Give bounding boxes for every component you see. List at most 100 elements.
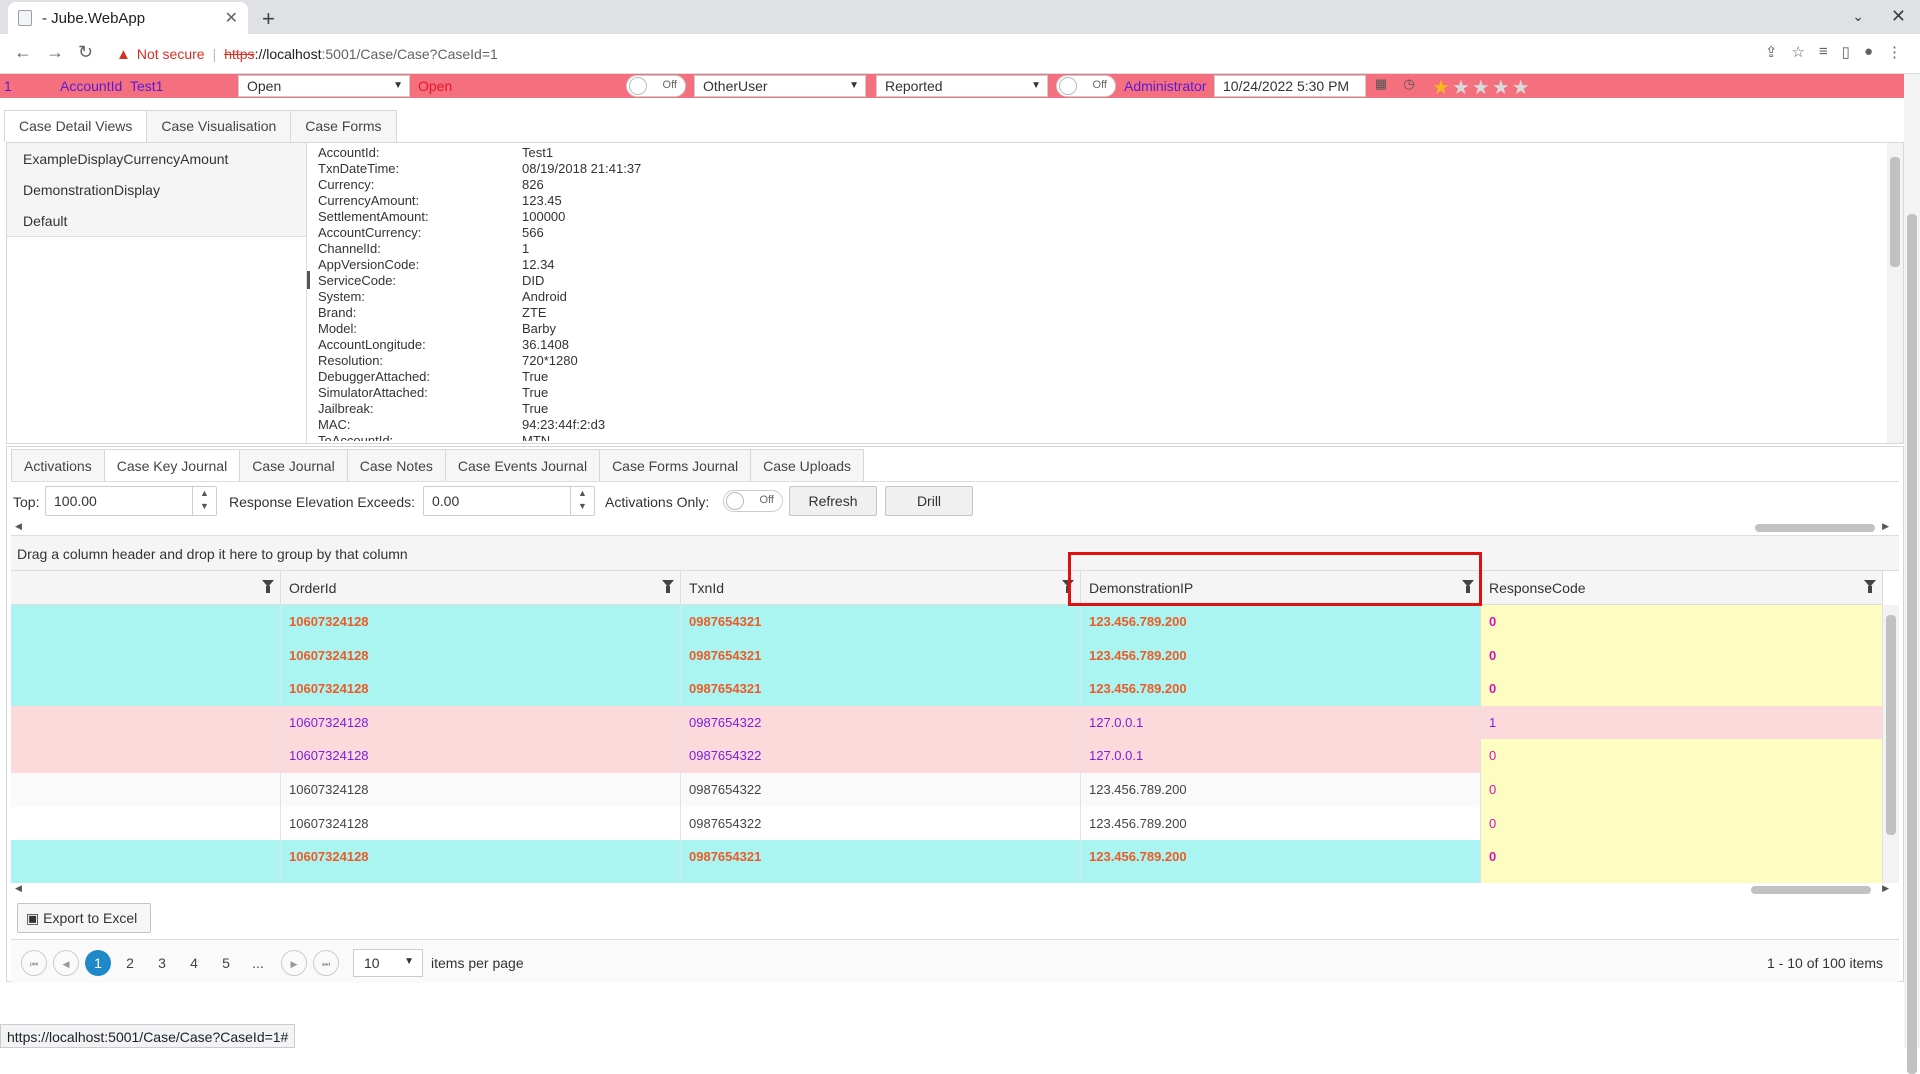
table-cell[interactable]: 0987654321 [681, 638, 1081, 673]
table-row[interactable]: 10607324128 0987654322 127.0.0.1 1 [11, 705, 1883, 740]
table-cell[interactable] [11, 672, 281, 706]
grid-horizontal-scrollbar[interactable]: ◀ ▶ [11, 883, 1899, 897]
prev-page-icon[interactable]: ◀ [53, 950, 79, 976]
star-icon[interactable]: ★ [1452, 77, 1472, 99]
table-cell[interactable]: 10607324128 [281, 772, 681, 807]
scroll-right-icon[interactable]: ▶ [1882, 883, 1889, 894]
page-button[interactable]: 4 [181, 950, 207, 976]
splitter-handle[interactable] [307, 271, 310, 289]
back-icon[interactable]: ← [14, 42, 32, 63]
table-cell[interactable]: 0987654322 [681, 772, 1081, 807]
toggle-switch-2[interactable]: Off [1056, 75, 1116, 97]
table-cell[interactable]: 123.456.789.200 [1081, 638, 1481, 673]
url-field[interactable]: ▲ Not secure | https://localhost:5001/Ca… [116, 41, 498, 67]
datetime-input[interactable]: 10/24/2022 5:30 PM [1214, 75, 1366, 97]
page-button[interactable]: 5 [213, 950, 239, 976]
table-cell[interactable]: 0 [1481, 840, 1883, 874]
profile-icon[interactable]: ● [1864, 43, 1873, 61]
table-cell[interactable]: 10607324128 [281, 672, 681, 706]
page-ellipsis[interactable]: ... [245, 950, 271, 976]
table-row[interactable]: 10607324128 0987654322 127.0.0.1 0 [11, 739, 1883, 773]
user-select[interactable]: OtherUser ▼ [694, 75, 866, 97]
table-cell[interactable] [11, 638, 281, 673]
tab-case-visualisation[interactable]: Case Visualisation [146, 110, 292, 142]
table-cell[interactable]: 127.0.0.1 [1081, 705, 1481, 740]
table-row[interactable]: 106073241280987654321123.456.789.2000 [11, 605, 1883, 639]
tab-case-key-journal[interactable]: Case Key Journal [103, 449, 241, 481]
page-button[interactable]: 2 [117, 950, 143, 976]
scroll-thumb[interactable] [1907, 214, 1917, 1074]
table-cell[interactable] [11, 705, 281, 740]
table-cell[interactable]: 0987654322 [681, 705, 1081, 740]
toggle-switch-1[interactable]: Off [626, 75, 686, 97]
table-cell[interactable] [11, 739, 281, 773]
scroll-left-icon[interactable]: ◀ [15, 883, 22, 894]
table-cell[interactable]: 0 [1481, 638, 1883, 673]
table-cell[interactable]: 0987654322 [681, 806, 1081, 841]
group-by-bar[interactable]: Drag a column header and drop it here to… [11, 535, 1899, 571]
table-cell[interactable]: 10607324128 [281, 705, 681, 740]
reload-icon[interactable]: ↻ [78, 42, 93, 63]
top-input[interactable]: 100.00 ▲ ▼ [45, 486, 217, 516]
toolbar-horizontal-scrollbar[interactable]: ◀ ▶ [11, 521, 1899, 535]
column-header-orderid[interactable]: OrderId [281, 571, 681, 605]
column-header-blank[interactable] [11, 571, 281, 605]
table-cell[interactable]: 0987654322 [681, 739, 1081, 773]
column-header-txnid[interactable]: TxnId [681, 571, 1081, 605]
table-cell[interactable]: 0 [1481, 806, 1883, 841]
share-icon[interactable]: ⇪ [1765, 43, 1778, 61]
star-icon[interactable]: ★ [1472, 77, 1492, 99]
table-cell[interactable]: 10607324128 [281, 638, 681, 673]
scroll-right-icon[interactable]: ▶ [1882, 521, 1889, 532]
media-icon[interactable]: ≡ [1819, 43, 1828, 61]
star-icon[interactable]: ★ [1432, 77, 1452, 99]
table-cell[interactable]: 1 [1481, 705, 1883, 740]
tab-case-forms-journal[interactable]: Case Forms Journal [599, 449, 752, 481]
view-item[interactable]: Default [7, 205, 306, 236]
table-cell[interactable]: 123.456.789.200 [1081, 772, 1481, 807]
table-cell[interactable]: 0 [1481, 672, 1883, 706]
status-select[interactable]: Open ▼ [238, 75, 410, 97]
table-row[interactable]: 10607324128 0987654322 123.456.789.200 0 [11, 806, 1883, 841]
window-close-icon[interactable]: ✕ [1891, 6, 1906, 27]
table-row[interactable]: 10607324128 0987654322 123.456.789.200 0 [11, 772, 1883, 807]
spinner-arrows-icon[interactable]: ▲ ▼ [570, 487, 594, 515]
table-cell[interactable] [11, 873, 281, 883]
menu-dots-icon[interactable]: ⋮ [1887, 43, 1902, 61]
detail-scrollbar[interactable] [1887, 143, 1903, 443]
table-cell[interactable] [11, 806, 281, 841]
table-cell[interactable]: 123.456.789.200 [1081, 840, 1481, 874]
table-row[interactable]: 106073241280987654321123.456.789.2000 [11, 873, 1883, 883]
column-header-responsecode[interactable]: ResponseCode [1481, 571, 1883, 605]
scroll-thumb[interactable] [1886, 615, 1896, 835]
star-icon[interactable]: ★ [1492, 77, 1512, 99]
elevation-input[interactable]: 0.00 ▲ ▼ [423, 486, 595, 516]
filter-icon[interactable] [662, 580, 674, 593]
spinner-arrows-icon[interactable]: ▲ ▼ [192, 487, 216, 515]
rating-stars[interactable]: ★★★★★ [1432, 75, 1532, 100]
table-cell[interactable]: 10607324128 [281, 840, 681, 874]
table-row[interactable]: 106073241280987654321123.456.789.2000 [11, 638, 1883, 673]
table-cell[interactable]: 0 [1481, 605, 1883, 639]
state-select[interactable]: Reported ▼ [876, 75, 1048, 97]
star-icon[interactable]: ★ [1512, 77, 1532, 99]
table-cell[interactable]: 123.456.789.200 [1081, 873, 1481, 883]
table-cell[interactable]: 0987654321 [681, 873, 1081, 883]
page-button[interactable]: 3 [149, 950, 175, 976]
table-cell[interactable]: 0 [1481, 739, 1883, 773]
table-cell[interactable]: 0987654321 [681, 672, 1081, 706]
new-tab-icon[interactable]: + [262, 6, 275, 32]
close-tab-icon[interactable]: ✕ [225, 8, 238, 28]
activations-only-toggle[interactable]: Off [723, 490, 783, 512]
table-cell[interactable]: 127.0.0.1 [1081, 739, 1481, 773]
tab-case-detail-views[interactable]: Case Detail Views [4, 110, 148, 142]
bookmark-star-icon[interactable]: ☆ [1791, 43, 1804, 61]
page-size-select[interactable]: 10 ▼ [353, 949, 423, 977]
table-cell[interactable]: 123.456.789.200 [1081, 672, 1481, 706]
forward-icon[interactable]: → [46, 42, 64, 63]
page-button[interactable]: 1 [85, 950, 111, 976]
sidepanel-icon[interactable]: ▯ [1842, 43, 1850, 61]
table-cell[interactable]: 10607324128 [281, 739, 681, 773]
grid-vertical-scrollbar[interactable] [1883, 605, 1899, 883]
table-row[interactable]: 106073241280987654321123.456.789.2000 [11, 840, 1883, 874]
